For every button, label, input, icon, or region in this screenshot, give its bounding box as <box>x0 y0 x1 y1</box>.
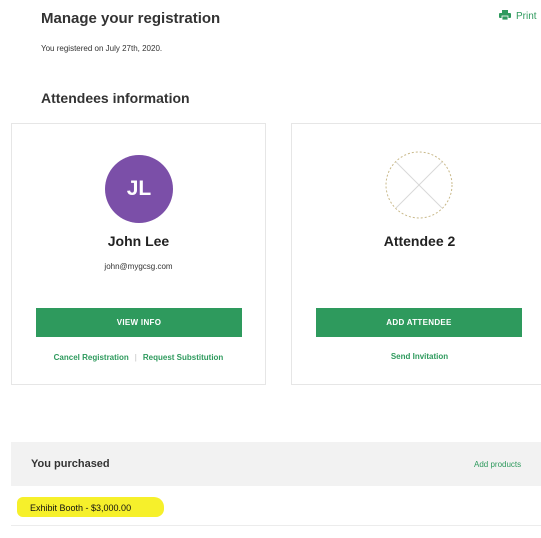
link-separator: | <box>134 353 137 362</box>
empty-avatar-icon <box>385 151 453 224</box>
attendee-name: Attendee 2 <box>383 233 456 249</box>
printer-icon <box>499 10 511 23</box>
attendee-actions: Send Invitation <box>292 352 541 361</box>
print-button[interactable]: Print <box>499 10 537 23</box>
attendee-card: Attendee 2 ADD ATTENDEE Send Invitation <box>291 123 541 385</box>
purchased-title: You purchased <box>31 458 110 470</box>
attendee-actions: Cancel Registration | Request Substitution <box>12 353 265 362</box>
request-substitution-link[interactable]: Request Substitution <box>143 353 223 362</box>
purchased-item-label: Exhibit Booth - $3,000.00 <box>30 503 132 513</box>
add-products-link[interactable]: Add products <box>474 460 521 469</box>
attendee-card: JL John Lee john@mygcsg.com VIEW INFO Ca… <box>11 123 266 385</box>
print-label[interactable]: Print <box>516 11 537 22</box>
avatar: JL <box>105 155 173 223</box>
cancel-registration-link[interactable]: Cancel Registration <box>54 353 129 362</box>
registration-date: You registered on July 27th, 2020. <box>41 44 163 53</box>
purchased-header: You purchased Add products <box>11 442 541 486</box>
attendee-email: john@mygcsg.com <box>104 262 173 271</box>
purchased-item: Exhibit Booth - $3,000.00 <box>11 486 541 526</box>
add-attendee-button[interactable]: ADD ATTENDEE <box>316 308 522 337</box>
send-invitation-link[interactable]: Send Invitation <box>391 352 448 361</box>
attendees-section-title: Attendees information <box>41 90 190 106</box>
page-title: Manage your registration <box>41 10 221 27</box>
attendee-name: John Lee <box>107 233 170 249</box>
view-info-button[interactable]: VIEW INFO <box>36 308 242 337</box>
